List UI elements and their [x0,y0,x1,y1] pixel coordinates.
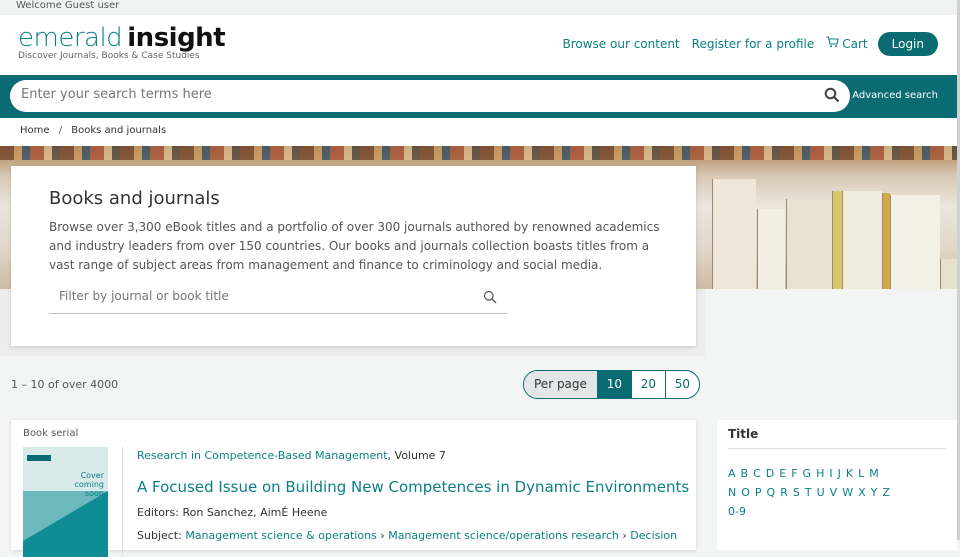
letter-link[interactable]: Q [767,486,776,499]
hero-shelf-band [0,146,957,160]
intro-card: Books and journals Browse over 3,300 eBo… [11,166,696,346]
hero-book [786,199,832,289]
title-filter-panel: Title ABCDEFGHIJKLM NOPQRSTUVWXYZ 0-9 [717,420,957,550]
letter-link[interactable]: M [869,467,879,480]
item-editors: Editors: Ron Sanchez, AimÉ Heene [137,506,328,519]
search-band: Advanced search [0,75,960,118]
letter-link[interactable]: I [829,467,832,480]
per-page-option-50[interactable]: 50 [664,371,699,398]
results-count: 1 – 10 of over 4000 [11,378,119,391]
title-filter [49,286,507,314]
hero-book [757,209,785,289]
letter-link[interactable]: B [741,467,749,480]
alphabet-row: NOPQRSTUVWXYZ [728,483,953,502]
per-page-option-20[interactable]: 20 [630,371,665,398]
search-input[interactable] [21,87,801,102]
letter-link[interactable]: L [858,467,864,480]
logo-word-insight: insight [127,23,226,53]
page-title: Books and journals [49,188,220,209]
item-subjects: Subject: Management science & operations… [137,529,677,542]
cart-label: Cart [842,37,868,51]
breadcrumb-current: Books and journals [71,125,167,136]
letter-link[interactable]: E [779,467,786,480]
per-page-selector: Per page 10 20 50 [523,370,700,399]
item-divider [122,447,123,557]
cover-placeholder-text: Cover coming soon [74,471,104,498]
per-page-label: Per page [524,371,597,398]
letter-link[interactable]: P [755,486,762,499]
logo-tagline: Discover Journals, Books & Case Studies [18,51,200,61]
letter-link[interactable]: T [805,486,812,499]
letter-link[interactable]: N [728,486,736,499]
letter-link[interactable]: 0-9 [728,505,746,518]
search-box [10,80,850,112]
cart-icon [826,36,839,52]
item-series: Research in Competence-Based Management,… [137,449,446,462]
welcome-text: Welcome Guest user [16,0,120,11]
filter-search-icon[interactable] [483,289,497,304]
breadcrumb: Home / Books and journals [0,118,960,146]
login-button[interactable]: Login [877,32,938,56]
welcome-bar: Welcome Guest user [0,0,960,15]
item-title-link[interactable]: A Focused Issue on Building New Competen… [137,478,689,496]
browse-content-link[interactable]: Browse our content [562,37,679,51]
letter-link[interactable]: Y [871,486,878,499]
letter-link[interactable]: O [741,486,750,499]
letter-link[interactable]: R [780,486,788,499]
register-link[interactable]: Register for a profile [692,37,815,51]
subject-link[interactable]: Decision [630,529,677,542]
letter-link[interactable]: K [846,467,853,480]
letter-link[interactable]: Z [882,486,890,499]
site-header: emerald insight Discover Journals, Books… [0,15,960,75]
series-volume: , Volume 7 [387,449,446,462]
filter-input[interactable] [59,289,459,303]
subject-link[interactable]: Management science/operations research [388,529,619,542]
item-type: Book serial [23,428,79,439]
emerald-insight-logo[interactable]: emerald insight Discover Journals, Books… [18,23,226,61]
panel-title: Title [728,427,759,441]
subject-label: Subject: [137,529,186,542]
letter-link[interactable]: G [803,467,812,480]
breadcrumb-separator: / [58,125,63,136]
logo-word-emerald: emerald [18,23,123,53]
subject-link[interactable]: Management science & operations [185,529,376,542]
cart-link[interactable]: Cart [826,36,868,52]
hero-book [882,193,890,289]
hero-book [842,191,882,289]
advanced-search-link[interactable]: Advanced search [852,90,938,101]
header-nav: Browse our content Register for a profil… [550,32,938,56]
alphabet-row: ABCDEFGHIJKLM [728,464,953,483]
breadcrumb-home[interactable]: Home [20,125,50,136]
result-item: Book serial Cover coming soon Research i… [11,420,696,557]
letter-link[interactable]: X [858,486,866,499]
per-page-option-10[interactable]: 10 [596,371,631,398]
search-icon[interactable] [824,87,840,103]
hero-book [940,259,957,289]
cover-triangle [23,491,108,541]
letter-link[interactable]: W [842,486,853,499]
letter-link[interactable]: J [838,467,841,480]
alphabet-row: 0-9 [728,502,953,521]
letter-link[interactable]: D [766,467,774,480]
letter-link[interactable]: U [817,486,825,499]
letter-link[interactable]: V [830,486,838,499]
chevron-right-icon: › [380,529,385,542]
letter-link[interactable]: H [816,467,824,480]
hero-book [890,195,940,289]
letter-link[interactable]: A [728,467,736,480]
letter-link[interactable]: F [791,467,797,480]
hero-book [712,179,756,289]
panel-divider [728,448,946,449]
cover-image[interactable]: Cover coming soon [23,447,108,557]
chevron-right-icon: › [622,529,627,542]
cover-publisher-logo [27,455,51,461]
hero-book [832,191,842,289]
letter-link[interactable]: S [793,486,800,499]
alphabet-index: ABCDEFGHIJKLM NOPQRSTUVWXYZ 0-9 [728,464,953,521]
intro-description: Browse over 3,300 eBook titles and a por… [49,220,660,272]
series-link[interactable]: Research in Competence-Based Management [137,449,388,462]
letter-link[interactable]: C [753,467,761,480]
